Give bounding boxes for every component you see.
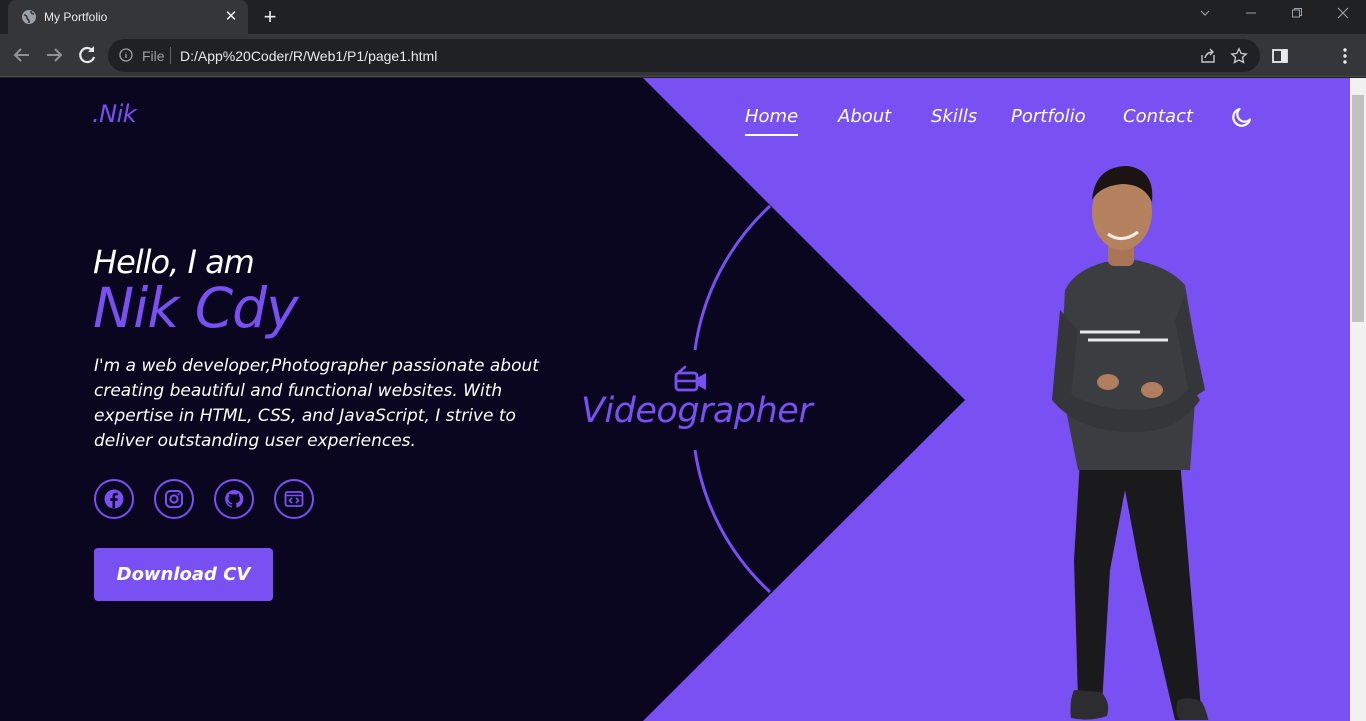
video-camera-icon	[674, 365, 706, 392]
portfolio-page: .Nik Home About Skills Portfolio Contact…	[0, 78, 1350, 721]
tab-close-icon[interactable]: ✕	[222, 8, 240, 26]
hero-role: Videographer	[581, 391, 813, 431]
bookmark-star-icon[interactable]	[1230, 47, 1248, 65]
scrollbar-thumb[interactable]	[1352, 95, 1364, 322]
nav-portfolio[interactable]: Portfolio	[1011, 106, 1086, 127]
hero-description: I'm a web developer,Photographer passion…	[94, 356, 539, 451]
nav-home[interactable]: Home	[745, 106, 799, 136]
profile-photo	[1052, 166, 1209, 720]
nav-skills[interactable]: Skills	[931, 106, 977, 127]
code-link[interactable]	[274, 479, 314, 519]
tab-title: My Portfolio	[44, 10, 108, 24]
url-text[interactable]: D:/App%20Coder/R/Web1/P1/page1.html	[180, 48, 437, 64]
address-bar[interactable]: File D:/App%20Coder/R/Web1/P1/page1.html	[108, 39, 1260, 72]
instagram-icon	[165, 490, 183, 508]
new-tab-button[interactable]: +	[258, 5, 282, 29]
moon-icon[interactable]	[1230, 105, 1254, 129]
minimize-button[interactable]	[1228, 0, 1274, 30]
browser-tab-bar: My Portfolio ✕ +	[0, 0, 1366, 34]
restore-button[interactable]	[1274, 0, 1320, 30]
window-close-button[interactable]	[1320, 0, 1366, 30]
browser-tab[interactable]: My Portfolio ✕	[8, 0, 248, 34]
browser-toolbar: File D:/App%20Coder/R/Web1/P1/page1.html	[0, 34, 1366, 100]
page-scrollbar[interactable]	[1350, 78, 1366, 721]
facebook-link[interactable]	[94, 479, 134, 519]
download-cv-button[interactable]: Download CV	[94, 548, 273, 601]
side-panel-icon[interactable]	[1270, 46, 1290, 66]
share-icon[interactable]	[1199, 47, 1217, 65]
tab-search-chevron-icon[interactable]	[1182, 0, 1228, 30]
reload-icon[interactable]	[75, 43, 99, 67]
info-icon[interactable]	[119, 48, 133, 62]
code-window-icon	[284, 491, 304, 507]
github-icon	[225, 489, 244, 508]
nav-about[interactable]: About	[838, 106, 891, 127]
more-menu-icon[interactable]	[1335, 46, 1355, 66]
globe-icon	[22, 10, 36, 24]
github-link[interactable]	[214, 479, 254, 519]
back-arrow-icon[interactable]	[10, 43, 34, 67]
scheme-label: File	[142, 48, 165, 64]
facebook-icon	[104, 489, 124, 509]
omnibox-divider	[170, 47, 171, 64]
site-logo[interactable]: .Nik	[92, 100, 137, 128]
forward-arrow-icon[interactable]	[42, 43, 66, 67]
instagram-link[interactable]	[154, 479, 194, 519]
nav-contact[interactable]: Contact	[1123, 106, 1193, 127]
hero-name: Nik Cdy	[93, 276, 299, 340]
